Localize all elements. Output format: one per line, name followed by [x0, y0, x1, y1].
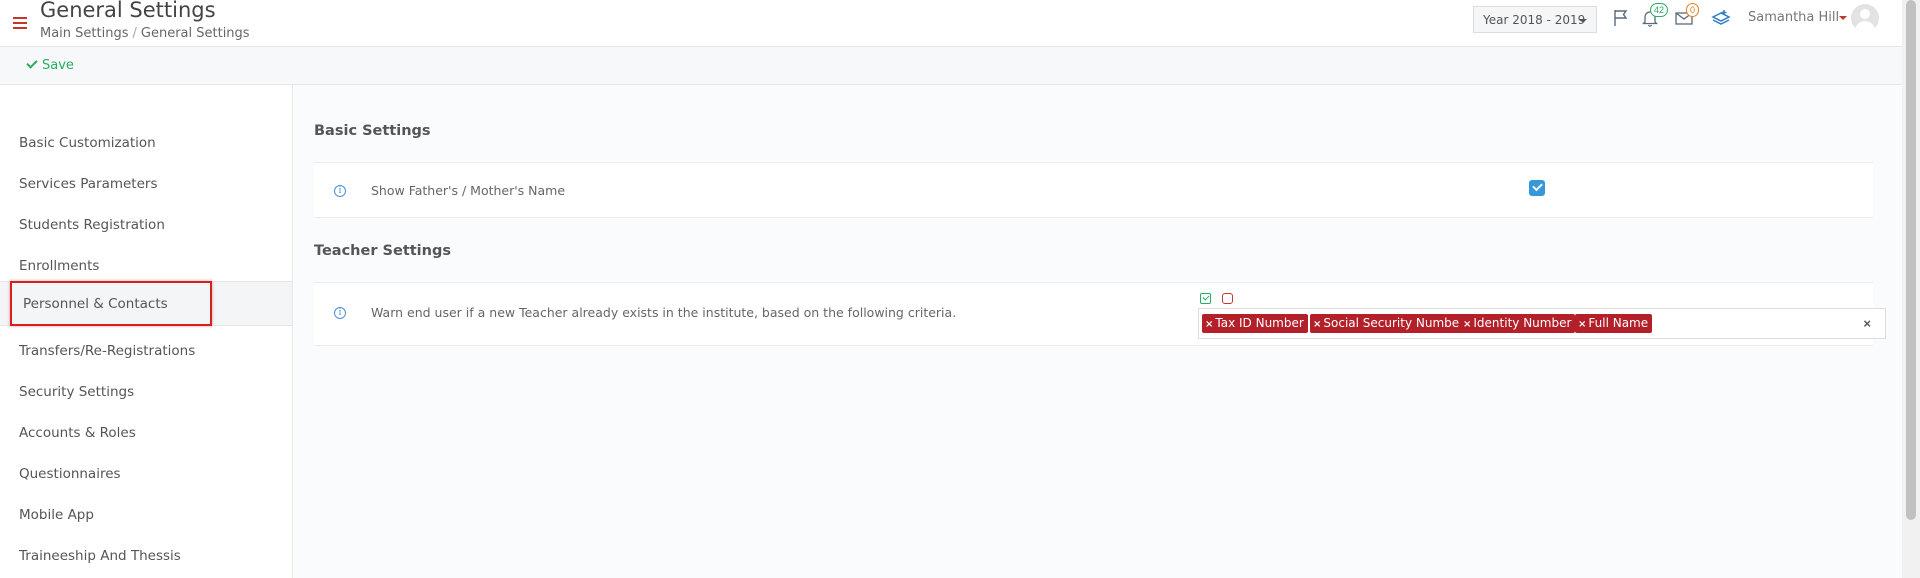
tag-social-security[interactable]: × Social Security Number: [1310, 314, 1469, 333]
select-all-icon[interactable]: [1200, 293, 1211, 304]
breadcrumb-general-settings: General Settings: [140, 26, 250, 41]
main-content: Basic Settings i Show Father's / Mother'…: [294, 85, 1902, 578]
page-scrollbar[interactable]: [1902, 0, 1920, 578]
show-parent-name-checkbox[interactable]: [1529, 180, 1545, 196]
sidebar-item-students-registration[interactable]: Students Registration: [0, 205, 292, 246]
avatar[interactable]: [1851, 4, 1879, 32]
check-icon: [26, 57, 38, 69]
page-title: General Settings: [40, 0, 216, 22]
notifications-badge: 42: [1650, 3, 1669, 17]
deselect-all-icon[interactable]: [1222, 293, 1233, 304]
sidebar-item-services-parameters[interactable]: Services Parameters: [0, 164, 292, 205]
remove-icon[interactable]: ×: [1313, 319, 1321, 330]
sidebar-item-transfers[interactable]: Transfers/Re-Registrations: [0, 331, 292, 372]
remove-icon[interactable]: ×: [1463, 319, 1471, 330]
tag-tax-id[interactable]: × Tax ID Number: [1202, 314, 1308, 333]
remove-icon[interactable]: ×: [1205, 319, 1213, 330]
criteria-multiselect[interactable]: × Tax ID Number × Social Security Number ×…: [1198, 308, 1886, 339]
setting-row-teacher-warning: i Warn end user if a new Teacher already…: [314, 282, 1886, 346]
user-caret-down-icon[interactable]: [1839, 16, 1847, 20]
setting-label: Warn end user if a new Teacher already e…: [371, 305, 957, 320]
save-button[interactable]: Save: [26, 57, 74, 73]
sidebar-item-accounts-roles[interactable]: Accounts & Roles: [0, 413, 292, 454]
chevron-down-icon: [1579, 19, 1587, 23]
breadcrumb-separator: /: [132, 26, 137, 41]
sidebar-item-security-settings[interactable]: Security Settings: [0, 372, 292, 413]
layers-icon[interactable]: [1711, 8, 1731, 28]
year-select[interactable]: Year 2018 - 2019: [1473, 6, 1597, 33]
sidebar-item-mobile-app[interactable]: Mobile App: [0, 495, 292, 536]
remove-icon[interactable]: ×: [1578, 319, 1586, 330]
tag-identity-number[interactable]: × Identity Number: [1460, 314, 1576, 333]
setting-label: Show Father's / Mother's Name: [371, 183, 566, 198]
info-icon[interactable]: i: [334, 307, 346, 319]
save-label: Save: [42, 58, 74, 73]
top-header: General Settings Main Settings / General S…: [0, 0, 1902, 46]
year-select-value: Year 2018 - 2019: [1483, 13, 1586, 27]
tag-full-name[interactable]: × Full Name: [1575, 314, 1653, 333]
toolbar: Save: [0, 46, 1902, 85]
clear-all-icon[interactable]: ×: [1863, 316, 1871, 331]
messages-badge: 0: [1686, 3, 1700, 17]
breadcrumb: Main Settings / General Settings: [40, 26, 250, 41]
sidebar-item-questionnaires[interactable]: Questionnaires: [0, 454, 292, 495]
flag-icon[interactable]: [1611, 8, 1631, 28]
info-icon[interactable]: i: [334, 185, 346, 197]
menu-icon[interactable]: [13, 17, 27, 29]
scrollbar-thumb[interactable]: [1906, 0, 1916, 520]
sidebar-item-basic-customization[interactable]: Basic Customization: [0, 123, 292, 164]
teacher-settings-title: Teacher Settings: [314, 243, 451, 259]
setting-row-show-parent-name: i Show Father's / Mother's Name: [314, 162, 1873, 218]
basic-settings-title: Basic Settings: [314, 123, 431, 139]
sidebar-item-traineeship[interactable]: Traineeship And Thessis: [0, 536, 292, 577]
user-name[interactable]: Samantha Hill: [1748, 10, 1839, 25]
sidebar-item-personnel-contacts[interactable]: Personnel & Contacts: [0, 281, 292, 326]
breadcrumb-main-settings[interactable]: Main Settings: [40, 26, 129, 41]
settings-sidebar: Basic Customization Services Parameters …: [0, 85, 293, 578]
